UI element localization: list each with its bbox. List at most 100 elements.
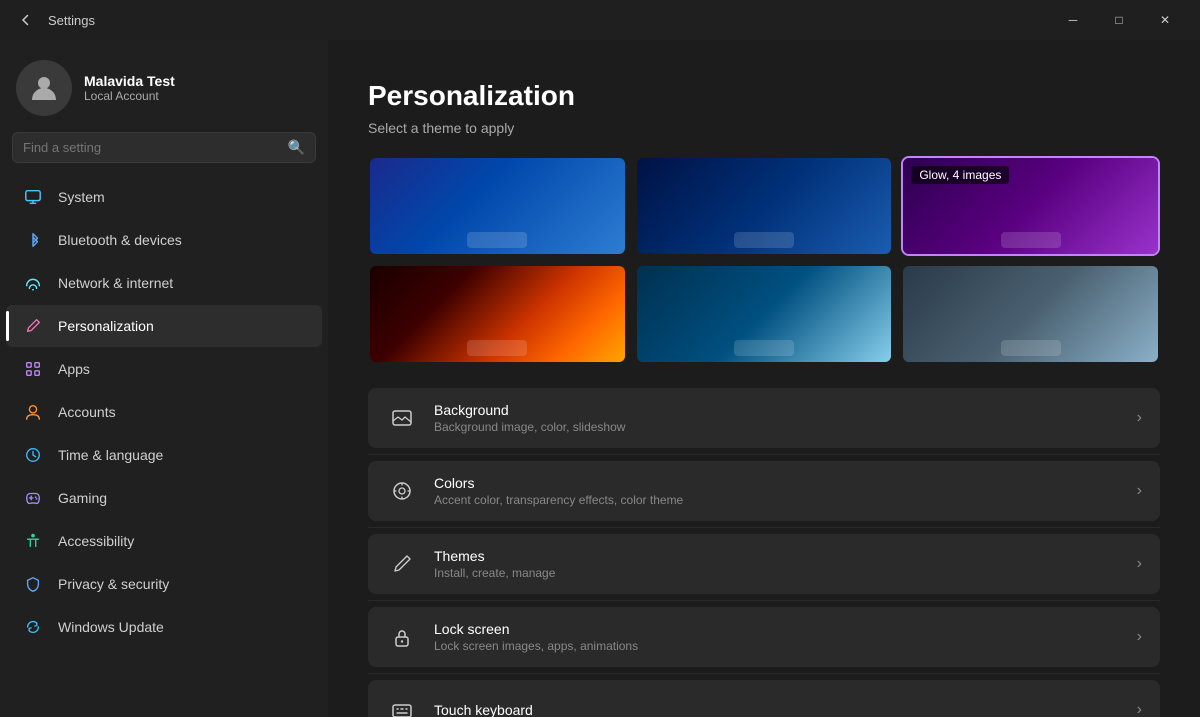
personalization-icon bbox=[22, 315, 44, 337]
sidebar-label-system: System bbox=[58, 189, 105, 205]
gaming-icon bbox=[22, 487, 44, 509]
theme-preview-theme1 bbox=[370, 158, 625, 254]
settings-item-colors[interactable]: Colors Accent color, transparency effect… bbox=[368, 461, 1160, 521]
search-input[interactable] bbox=[23, 140, 280, 155]
privacy-icon bbox=[22, 573, 44, 595]
touchkeyboard-title: Touch keyboard bbox=[434, 702, 1121, 717]
themes-grid: Glow, 4 images bbox=[368, 156, 1160, 364]
mini-taskbar-theme3 bbox=[1001, 232, 1061, 248]
search-icon: 🔍 bbox=[288, 139, 305, 156]
touchkeyboard-icon bbox=[386, 694, 418, 717]
apps-icon bbox=[22, 358, 44, 380]
app-title: Settings bbox=[48, 13, 1050, 28]
mini-taskbar-theme1 bbox=[467, 232, 527, 248]
sidebar-label-gaming: Gaming bbox=[58, 490, 107, 506]
theme-preview-theme3: Glow, 4 images bbox=[903, 158, 1158, 254]
theme-card-theme4[interactable] bbox=[368, 264, 627, 364]
content-area: Personalization Select a theme to apply … bbox=[328, 40, 1200, 717]
sidebar-label-bluetooth: Bluetooth & devices bbox=[58, 232, 182, 248]
mini-taskbar-theme4 bbox=[467, 340, 527, 356]
background-icon bbox=[386, 402, 418, 434]
colors-desc: Accent color, transparency effects, colo… bbox=[434, 493, 1121, 507]
close-button[interactable]: ✕ bbox=[1142, 0, 1188, 40]
sidebar-label-network: Network & internet bbox=[58, 275, 173, 291]
lockscreen-desc: Lock screen images, apps, animations bbox=[434, 639, 1121, 653]
titlebar: Settings ─ □ ✕ bbox=[0, 0, 1200, 40]
themes-icon bbox=[386, 548, 418, 580]
divider-3 bbox=[368, 600, 1160, 601]
avatar bbox=[16, 60, 72, 116]
sidebar-item-gaming[interactable]: Gaming bbox=[6, 477, 322, 519]
background-desc: Background image, color, slideshow bbox=[434, 420, 1121, 434]
search-container: 🔍 bbox=[0, 132, 328, 175]
lockscreen-icon bbox=[386, 621, 418, 653]
sidebar-item-accessibility[interactable]: Accessibility bbox=[6, 520, 322, 562]
nav-list: System Bluetooth & devices Network & int… bbox=[0, 175, 328, 649]
sidebar-item-bluetooth[interactable]: Bluetooth & devices bbox=[6, 219, 322, 261]
theme-preview-theme2 bbox=[637, 158, 892, 254]
settings-item-themes[interactable]: Themes Install, create, manage › bbox=[368, 534, 1160, 594]
sidebar-label-personalization: Personalization bbox=[58, 318, 154, 334]
settings-item-touchkeyboard[interactable]: Touch keyboard › bbox=[368, 680, 1160, 717]
sidebar: Malavida Test Local Account 🔍 System Blu… bbox=[0, 40, 328, 717]
theme-preview-theme6 bbox=[903, 266, 1158, 362]
lockscreen-chevron: › bbox=[1137, 628, 1142, 646]
sidebar-label-privacy: Privacy & security bbox=[58, 576, 169, 592]
user-account-type: Local Account bbox=[84, 89, 175, 103]
theme-card-theme3[interactable]: Glow, 4 images bbox=[901, 156, 1160, 256]
colors-icon bbox=[386, 475, 418, 507]
mini-taskbar-theme2 bbox=[734, 232, 794, 248]
themes-chevron: › bbox=[1137, 555, 1142, 573]
sidebar-item-privacy[interactable]: Privacy & security bbox=[6, 563, 322, 605]
time-icon bbox=[22, 444, 44, 466]
colors-title: Colors bbox=[434, 475, 1121, 491]
back-button[interactable] bbox=[12, 6, 40, 34]
touchkeyboard-text: Touch keyboard bbox=[434, 702, 1121, 717]
themes-text: Themes Install, create, manage bbox=[434, 548, 1121, 580]
window-controls: ─ □ ✕ bbox=[1050, 0, 1188, 40]
accessibility-icon bbox=[22, 530, 44, 552]
sidebar-item-system[interactable]: System bbox=[6, 176, 322, 218]
themes-desc: Install, create, manage bbox=[434, 566, 1121, 580]
mini-taskbar-theme5 bbox=[734, 340, 794, 356]
sidebar-item-apps[interactable]: Apps bbox=[6, 348, 322, 390]
bluetooth-icon bbox=[22, 229, 44, 251]
maximize-button[interactable]: □ bbox=[1096, 0, 1142, 40]
theme-label-theme3: Glow, 4 images bbox=[911, 166, 1009, 184]
system-icon bbox=[22, 186, 44, 208]
sidebar-item-time[interactable]: Time & language bbox=[6, 434, 322, 476]
accounts-icon bbox=[22, 401, 44, 423]
theme-preview-theme4 bbox=[370, 266, 625, 362]
themes-subtitle: Select a theme to apply bbox=[368, 120, 1160, 136]
theme-card-theme6[interactable] bbox=[901, 264, 1160, 364]
theme-card-theme2[interactable] bbox=[635, 156, 894, 256]
user-profile[interactable]: Malavida Test Local Account bbox=[0, 40, 328, 132]
user-name: Malavida Test bbox=[84, 73, 175, 89]
lockscreen-text: Lock screen Lock screen images, apps, an… bbox=[434, 621, 1121, 653]
minimize-button[interactable]: ─ bbox=[1050, 0, 1096, 40]
sidebar-item-network[interactable]: Network & internet bbox=[6, 262, 322, 304]
sidebar-label-accessibility: Accessibility bbox=[58, 533, 134, 549]
settings-item-lockscreen[interactable]: Lock screen Lock screen images, apps, an… bbox=[368, 607, 1160, 667]
sidebar-label-apps: Apps bbox=[58, 361, 90, 377]
colors-chevron: › bbox=[1137, 482, 1142, 500]
settings-item-background[interactable]: Background Background image, color, slid… bbox=[368, 388, 1160, 448]
update-icon bbox=[22, 616, 44, 638]
sidebar-item-personalization[interactable]: Personalization bbox=[6, 305, 322, 347]
mini-taskbar-theme6 bbox=[1001, 340, 1061, 356]
divider-2 bbox=[368, 527, 1160, 528]
lockscreen-title: Lock screen bbox=[434, 621, 1121, 637]
theme-card-theme5[interactable] bbox=[635, 264, 894, 364]
sidebar-label-time: Time & language bbox=[58, 447, 163, 463]
network-icon bbox=[22, 272, 44, 294]
background-title: Background bbox=[434, 402, 1121, 418]
divider-1 bbox=[368, 454, 1160, 455]
sidebar-item-update[interactable]: Windows Update bbox=[6, 606, 322, 648]
sidebar-item-accounts[interactable]: Accounts bbox=[6, 391, 322, 433]
page-title: Personalization bbox=[368, 80, 1160, 112]
touchkeyboard-chevron: › bbox=[1137, 701, 1142, 717]
user-info: Malavida Test Local Account bbox=[84, 73, 175, 103]
search-box[interactable]: 🔍 bbox=[12, 132, 316, 163]
theme-card-theme1[interactable] bbox=[368, 156, 627, 256]
main-layout: Malavida Test Local Account 🔍 System Blu… bbox=[0, 40, 1200, 717]
